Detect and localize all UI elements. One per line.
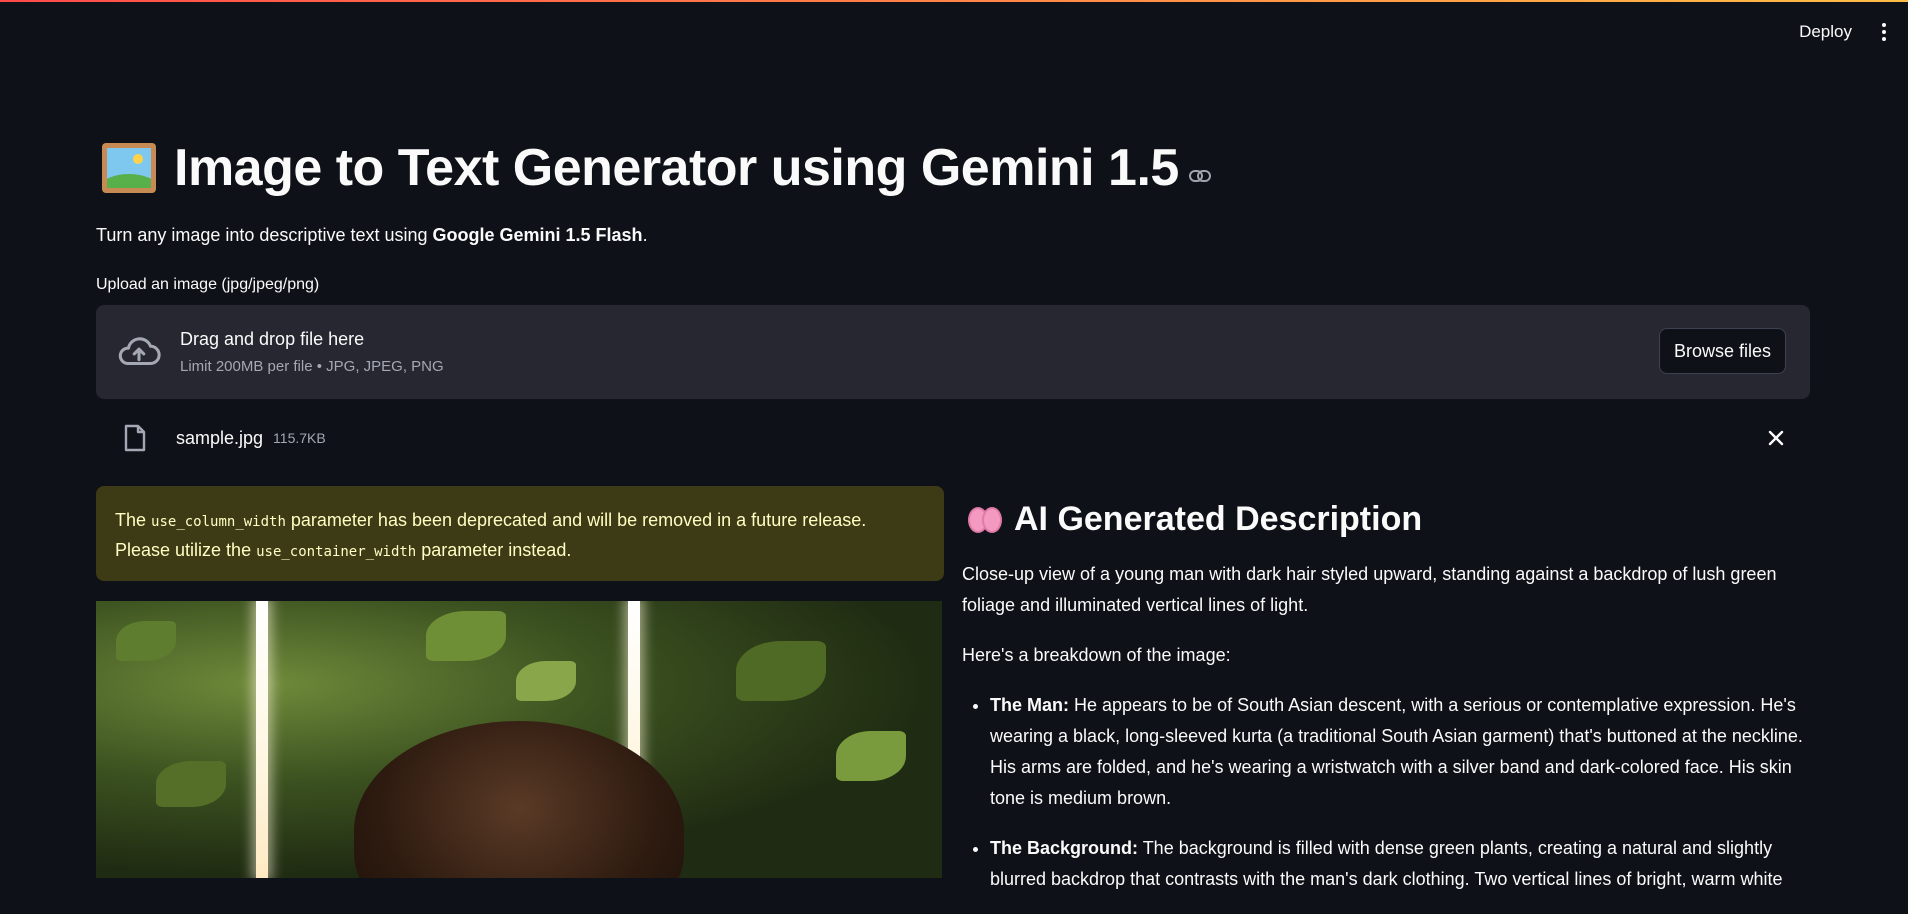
list-item: The Background: The background is filled… [990, 833, 1810, 895]
page-title-row: Image to Text Generator using Gemini 1.5 [102, 138, 1211, 198]
description-title: AI Generated Description [1014, 500, 1423, 538]
page-title: Image to Text Generator using Gemini 1.5 [174, 139, 1179, 197]
anchor-link-icon[interactable] [1188, 169, 1211, 182]
app-header: Deploy [1789, 18, 1894, 46]
list-item-label: The Man: [990, 695, 1069, 715]
deprecation-warning: The use_column_width parameter has been … [96, 486, 944, 581]
cloud-upload-icon [118, 337, 161, 366]
remove-file-close-icon[interactable] [1764, 426, 1788, 450]
brain-icon [968, 505, 1004, 535]
list-item-text: He appears to be of South Asian descent,… [990, 695, 1803, 808]
kebab-menu-icon[interactable] [1874, 20, 1894, 44]
list-item: The Man: He appears to be of South Asian… [990, 690, 1810, 814]
subtitle-suffix: . [642, 225, 648, 245]
description-body: Close-up view of a young man with dark h… [962, 559, 1810, 895]
uploaded-file-size: 115.7KB [273, 430, 326, 446]
warning-code-1: use_column_width [151, 514, 286, 530]
warning-text-1: The [115, 510, 152, 530]
description-intro: Close-up view of a young man with dark h… [962, 564, 1777, 615]
description-breakdown-intro: Here's a breakdown of the image: [962, 645, 1231, 665]
uploaded-file-row: sample.jpg 115.7KB [96, 418, 1810, 458]
description-list: The Man: He appears to be of South Asian… [962, 690, 1810, 895]
uploaded-image-preview [96, 601, 942, 878]
uploaded-file-name: sample.jpg [176, 427, 264, 448]
deploy-button[interactable]: Deploy [1789, 18, 1862, 46]
dropzone-title: Drag and drop file here [180, 329, 365, 349]
dropzone-limit: Limit 200MB per file • JPG, JPEG, PNG [180, 358, 444, 375]
top-accent-line [0, 0, 1908, 2]
browse-files-button[interactable]: Browse files [1658, 328, 1786, 374]
warning-code-2: use_container_width [256, 544, 417, 560]
file-icon [124, 424, 146, 452]
subtitle-prefix: Turn any image into descriptive text usi… [96, 225, 433, 245]
upload-label: Upload an image (jpg/jpeg/png) [96, 276, 320, 293]
file-dropzone[interactable]: Drag and drop file here Limit 200MB per … [96, 305, 1810, 399]
page-subtitle: Turn any image into descriptive text usi… [96, 225, 648, 246]
warning-text-3: parameter instead. [416, 540, 572, 560]
description-heading: AI Generated Description [968, 500, 1810, 539]
subtitle-model-name: Google Gemini 1.5 Flash [432, 225, 643, 245]
dropzone-text: Drag and drop file here Limit 200MB per … [180, 329, 444, 375]
framed-picture-icon [102, 143, 156, 193]
list-item-label: The Background: [990, 838, 1139, 858]
description-column: AI Generated Description Close-up view o… [962, 486, 1810, 914]
